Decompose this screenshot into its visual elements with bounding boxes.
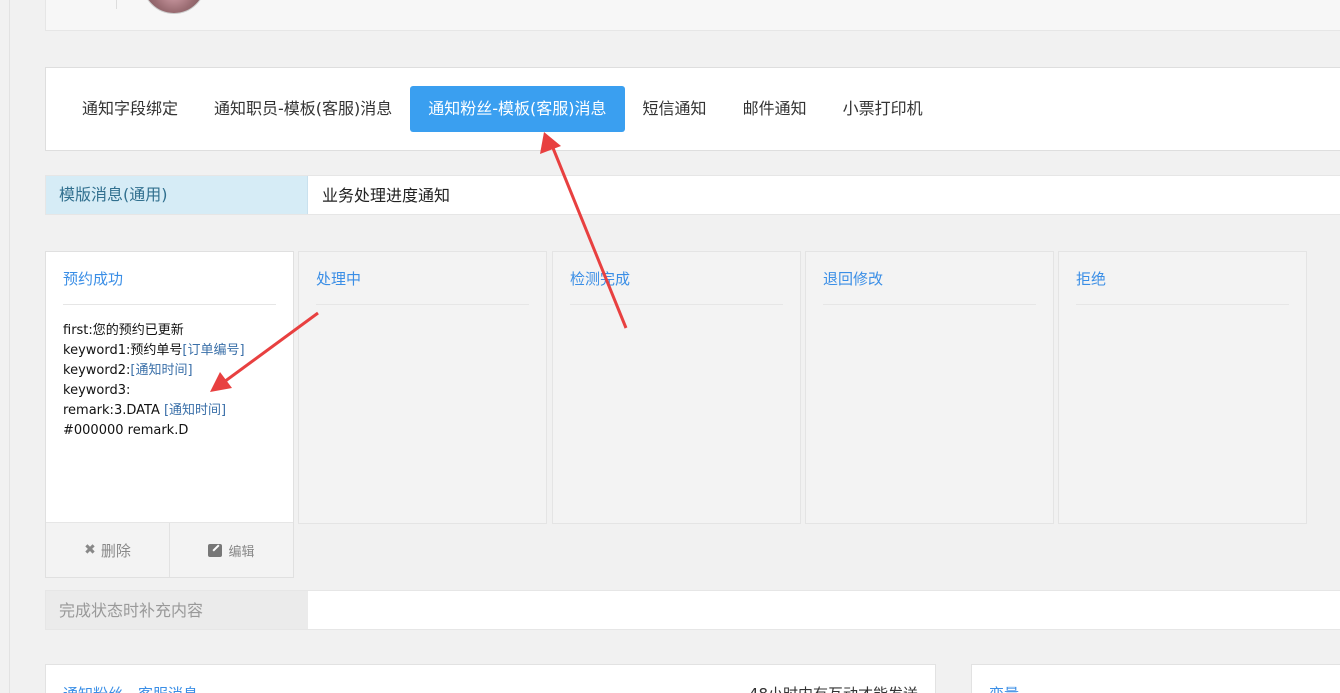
card-line: keyword2:[通知时间] [63, 363, 193, 378]
supplement-label: 完成状态时补充内容 [46, 591, 308, 629]
template-value[interactable]: 业务处理进度通知 [322, 176, 450, 214]
delete-button[interactable]: ✖ 删除 [46, 523, 169, 577]
divider [316, 304, 529, 305]
divider [823, 304, 1036, 305]
close-icon: ✖ [84, 542, 96, 558]
tab-receipt-printer[interactable]: 小票打印机 [825, 86, 941, 132]
panel-title: 变量 [989, 683, 1019, 693]
divider [63, 304, 276, 305]
fans-customer-message-panel: 通知粉丝 - 客服消息 48小时内有互动才能发送 [45, 664, 936, 693]
card-title: 退回修改 [823, 270, 884, 288]
card-body: first:您的预约已更新 keyword1:预约单号[订单编号] keywor… [63, 321, 245, 441]
card-title: 检测完成 [570, 270, 631, 288]
tab-notify-fans[interactable]: 通知粉丝-模板(客服)消息 [410, 86, 625, 132]
status-card-returned[interactable]: 退回修改 [805, 251, 1054, 524]
edit-label: 编辑 [228, 544, 255, 560]
card-line: keyword1:预约单号[订单编号] [63, 343, 245, 358]
supplement-row: 完成状态时补充内容 [45, 590, 1340, 630]
variables-panel: 变量 [971, 664, 1340, 693]
delete-label: 删除 [100, 541, 131, 560]
card-line: remark:3.DATA [通知时间] [63, 403, 227, 418]
card-line: #000000 remark.D [63, 423, 189, 438]
card-title: 拒绝 [1076, 270, 1107, 288]
tab-panel: 通知字段绑定 通知职员-模板(客服)消息 通知粉丝-模板(客服)消息 短信通知 … [45, 67, 1340, 151]
edit-button[interactable]: 编辑 [169, 523, 293, 577]
template-label: 模版消息(通用) [46, 176, 308, 214]
status-card-processing[interactable]: 处理中 [298, 251, 547, 524]
tab-sms[interactable]: 短信通知 [625, 86, 725, 132]
status-card-booking-success: 预约成功 first:您的预约已更新 keyword1:预约单号[订单编号] k… [45, 251, 294, 578]
edit-icon [208, 543, 223, 557]
panel-note: 48小时内有互动才能发送 [749, 683, 918, 693]
left-rail [0, 0, 10, 693]
card-line: keyword3: [63, 383, 131, 398]
profile-panel [45, 0, 1340, 31]
card-actions: ✖ 删除 编辑 [46, 522, 293, 577]
template-row: 模版消息(通用) 业务处理进度通知 [45, 175, 1340, 215]
status-card-inspection-done[interactable]: 检测完成 [552, 251, 801, 524]
card-title: 预约成功 [63, 270, 124, 288]
tab-bar: 通知字段绑定 通知职员-模板(客服)消息 通知粉丝-模板(客服)消息 短信通知 … [64, 86, 941, 132]
tab-field-binding[interactable]: 通知字段绑定 [64, 86, 196, 132]
divider [570, 304, 783, 305]
divider [1076, 304, 1289, 305]
card-title: 处理中 [316, 270, 362, 288]
tab-notify-staff[interactable]: 通知职员-模板(客服)消息 [196, 86, 410, 132]
tab-email[interactable]: 邮件通知 [725, 86, 825, 132]
card-line: first:您的预约已更新 [63, 323, 184, 338]
panel-title: 通知粉丝 - 客服消息 [63, 683, 198, 693]
status-card-rejected[interactable]: 拒绝 [1058, 251, 1307, 524]
divider [116, 0, 117, 9]
